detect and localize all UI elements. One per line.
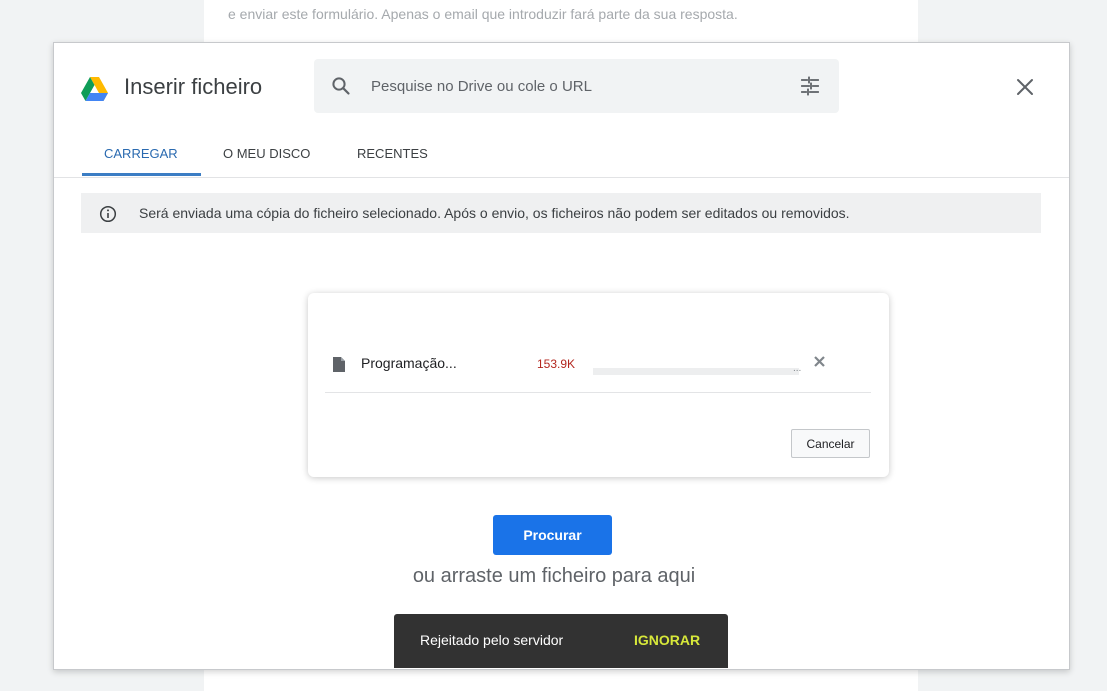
tune-icon[interactable] (800, 76, 820, 96)
snackbar-message: Rejeitado pelo servidor (420, 632, 564, 648)
active-tab-indicator (82, 173, 201, 176)
search-icon (332, 77, 350, 95)
upload-card-divider (325, 392, 871, 393)
progress-ellipsis: ... (793, 363, 802, 374)
dialog-title: Inserir ficheiro (124, 74, 263, 99)
tabs-divider (54, 177, 1069, 178)
tab-carregar[interactable]: CARREGAR (104, 146, 178, 161)
error-snackbar: Rejeitado pelo servidor IGNORAR (394, 614, 728, 668)
search-bar[interactable] (314, 59, 839, 113)
upload-card: Programação... 153.9K ... Cancelar (308, 293, 889, 477)
drop-zone-text: ou arraste um ficheiro para aqui (412, 565, 696, 587)
snackbar-dismiss-button[interactable]: IGNORAR (634, 632, 700, 648)
browse-button[interactable]: Procurar (493, 515, 612, 555)
upload-file-size: 153.9K (537, 357, 576, 371)
tab-o-meu-disco[interactable]: O MEU DISCO (223, 146, 310, 161)
cancel-upload-button[interactable]: Cancelar (791, 429, 870, 458)
remove-file-icon[interactable] (814, 356, 825, 367)
insert-file-dialog: Inserir ficheiro CARREGAR O MEU DISCO RE… (53, 42, 1070, 670)
info-banner: Será enviada uma cópia do ficheiro selec… (81, 193, 1041, 233)
tab-recentes[interactable]: RECENTES (357, 146, 428, 161)
info-icon (99, 205, 117, 223)
upload-file-name: Programação... (361, 355, 457, 371)
close-icon[interactable] (1014, 76, 1036, 98)
form-description-text: e enviar este formulário. Apenas o email… (228, 6, 738, 22)
info-banner-text: Será enviada uma cópia do ficheiro selec… (139, 205, 850, 221)
search-input[interactable] (371, 69, 771, 103)
google-drive-icon (81, 77, 108, 101)
upload-progress-bar (593, 368, 799, 375)
document-icon (333, 357, 345, 372)
